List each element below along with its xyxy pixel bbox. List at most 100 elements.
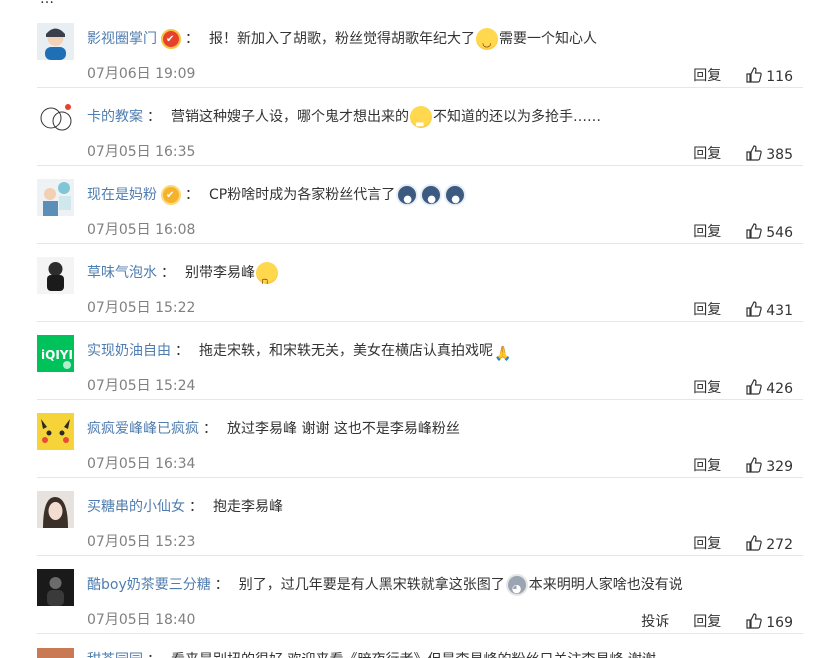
like-button[interactable]: 329 bbox=[745, 456, 793, 475]
username-link[interactable]: 疯疯爱峰峰已疯疯 bbox=[87, 417, 199, 441]
comment-time: 07月06日 19:09 bbox=[87, 66, 196, 82]
like-count: 385 bbox=[766, 147, 793, 163]
username-link[interactable]: 酷boy奶茶要三分糖 bbox=[87, 573, 211, 597]
like-button[interactable]: 272 bbox=[745, 534, 793, 553]
svg-text:iQIYI: iQIYI bbox=[41, 348, 73, 362]
comment-item: 疯疯爱峰峰已疯疯 ： 放过李易峰 谢谢 这也不是李易峰粉丝 07月05日 16:… bbox=[37, 400, 803, 478]
reply-button[interactable]: 回复 bbox=[693, 221, 721, 241]
thumbs-up-icon bbox=[746, 145, 762, 161]
comment-time: 07月05日 16:34 bbox=[87, 456, 196, 472]
thumbs-up-icon bbox=[746, 457, 762, 473]
comment-text: 别了，过几年要是有人黑宋轶就拿这张图了 bbox=[238, 577, 505, 593]
comment-item: 现在是妈粉 ： CP粉啥时成为各家粉丝代言了 07月05日 16:08 回复 5… bbox=[37, 166, 803, 244]
like-button[interactable]: 546 bbox=[745, 222, 793, 241]
username-link[interactable]: 实现奶油自由 bbox=[87, 339, 171, 363]
next-comment-fragment: 甜茶园园 ： 看来是别扭的很好 欢迎来看《暗夜行者》但是李易峰的粉丝只关注李易峰… bbox=[37, 646, 803, 658]
avatar[interactable] bbox=[37, 648, 74, 658]
reply-button[interactable]: 回复 bbox=[693, 299, 721, 319]
colon: ： bbox=[185, 31, 199, 47]
colon: ： bbox=[214, 577, 229, 593]
husky-emoji-icon bbox=[505, 574, 528, 601]
reply-button[interactable]: 回复 bbox=[693, 377, 721, 397]
penguin-emoji-icon bbox=[420, 184, 443, 212]
colon: ： bbox=[189, 499, 203, 515]
thumbs-up-icon bbox=[746, 535, 762, 551]
avatar[interactable] bbox=[37, 569, 74, 606]
like-count: 329 bbox=[766, 459, 793, 475]
thumbs-up-icon bbox=[746, 613, 762, 629]
verified-badge-icon bbox=[161, 28, 181, 52]
username-link[interactable]: 影视圈掌门 bbox=[87, 27, 157, 51]
colon: ： bbox=[203, 421, 217, 437]
comment-time: 07月05日 16:35 bbox=[87, 144, 196, 160]
like-button[interactable]: 426 bbox=[745, 378, 793, 397]
comment-item: 酷boy奶茶要三分糖 ： 别了，过几年要是有人黑宋轶就拿这张图了 本来明明人家啥… bbox=[37, 556, 803, 634]
comment-time: 07月05日 15:24 bbox=[87, 378, 196, 394]
like-button[interactable]: 116 bbox=[745, 66, 793, 85]
like-count: 426 bbox=[766, 381, 793, 397]
pray-emoji-icon bbox=[494, 340, 511, 366]
reply-button[interactable]: 回复 bbox=[693, 533, 721, 553]
verified-badge-icon bbox=[161, 184, 181, 208]
laugh-cry-emoji-icon bbox=[476, 28, 498, 55]
comment-text: 营销这种嫂子人设，哪个鬼才想出来的 bbox=[171, 109, 409, 125]
colon: ： bbox=[147, 109, 161, 125]
colon: ： bbox=[175, 343, 189, 359]
avatar[interactable] bbox=[37, 257, 74, 294]
colon: ： bbox=[161, 265, 175, 281]
reply-button[interactable]: 回复 bbox=[693, 143, 721, 163]
thumbs-up-icon bbox=[746, 379, 762, 395]
comment-text: 放过李易峰 谢谢 这也不是李易峰粉丝 bbox=[227, 421, 460, 437]
comment-time: 07月05日 15:22 bbox=[87, 300, 196, 316]
grin-emoji-icon bbox=[410, 106, 432, 137]
comment-item: 买糖串的小仙女 ： 抱走李易峰 07月05日 15:23 回复 272 bbox=[37, 478, 803, 556]
previous-comment-text: … bbox=[40, 0, 54, 7]
comment-text: 别带李易峰 bbox=[185, 265, 255, 281]
username-link[interactable]: 甜茶园园 bbox=[87, 648, 143, 658]
username-link[interactable]: 买糖串的小仙女 bbox=[87, 495, 185, 519]
username-link[interactable]: 草味气泡水 bbox=[87, 261, 157, 285]
comment-text-continued: 不知道的还以为多抢手…… bbox=[433, 109, 601, 125]
comment-item: 影视圈掌门 ： 报！新加入了胡歌，粉丝觉得胡歌年纪大了 需要一个知心人 07月0… bbox=[37, 10, 803, 88]
thumbs-up-icon bbox=[746, 301, 762, 317]
like-count: 431 bbox=[766, 303, 793, 319]
comment-text: 看来是别扭的很好 欢迎来看《暗夜行者》但是李易峰的粉丝只关注李易峰 谢谢 bbox=[171, 648, 656, 658]
reply-button[interactable]: 回复 bbox=[693, 611, 721, 631]
avatar[interactable] bbox=[37, 23, 74, 60]
reply-button[interactable]: 回复 bbox=[693, 65, 721, 85]
comment-text: 拖走宋轶，和宋轶无关，美女在横店认真拍戏呢 bbox=[199, 343, 493, 359]
like-button[interactable]: 385 bbox=[745, 144, 793, 163]
like-button[interactable]: 169 bbox=[745, 612, 793, 631]
username-link[interactable]: 现在是妈粉 bbox=[87, 183, 157, 207]
comment-time: 07月05日 16:08 bbox=[87, 222, 196, 238]
colon: ： bbox=[147, 648, 161, 658]
colon: ： bbox=[185, 187, 199, 203]
avatar[interactable]: iQIYI bbox=[37, 335, 74, 372]
like-count: 116 bbox=[766, 69, 793, 85]
avatar[interactable] bbox=[37, 413, 74, 450]
reply-button[interactable]: 回复 bbox=[693, 455, 721, 475]
like-count: 169 bbox=[766, 615, 793, 631]
like-count: 272 bbox=[766, 537, 793, 553]
comment-text-continued: 需要一个知心人 bbox=[499, 31, 597, 47]
comment-text: 报！新加入了胡歌，粉丝觉得胡歌年纪大了 bbox=[209, 31, 475, 47]
comment-item: 卡的教案 ： 营销这种嫂子人设，哪个鬼才想出来的 不知道的还以为多抢手…… 07… bbox=[37, 88, 803, 166]
report-button[interactable]: 投诉 bbox=[641, 611, 669, 631]
username-link[interactable]: 卡的教案 bbox=[87, 105, 143, 129]
comment-time: 07月05日 18:40 bbox=[87, 612, 196, 628]
comment-text: 抱走李易峰 bbox=[213, 499, 283, 515]
penguin-emoji-icon bbox=[396, 184, 419, 212]
avatar[interactable] bbox=[37, 179, 74, 216]
comment-text-continued: 本来明明人家啥也没有说 bbox=[528, 577, 683, 593]
avatar[interactable] bbox=[37, 491, 74, 528]
comment-time: 07月05日 15:23 bbox=[87, 534, 196, 550]
like-count: 546 bbox=[766, 225, 793, 241]
previous-comment-fragment: … bbox=[0, 0, 827, 8]
comment-text: CP粉啥时成为各家粉丝代言了 bbox=[209, 187, 396, 203]
thumbs-up-icon bbox=[746, 223, 762, 239]
thumbs-up-icon bbox=[746, 67, 762, 83]
penguin-emoji-icon bbox=[444, 184, 467, 212]
sad-emoji-icon bbox=[256, 262, 278, 292]
avatar[interactable] bbox=[37, 101, 74, 138]
like-button[interactable]: 431 bbox=[745, 300, 793, 319]
